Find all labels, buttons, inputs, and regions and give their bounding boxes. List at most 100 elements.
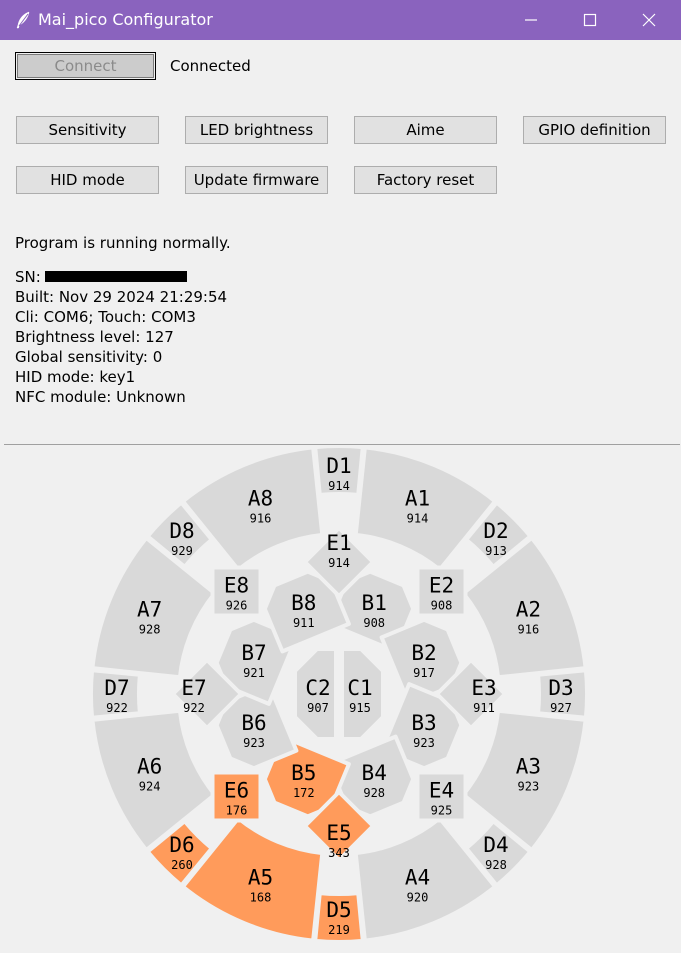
touch-panel-map: A1914A2916A3923A4920A5168A6924A7928A8916… bbox=[88, 445, 590, 945]
touch-segment-a7: A7928 bbox=[90, 535, 217, 680]
segment-value: 921 bbox=[243, 666, 265, 680]
segment-name: D1 bbox=[326, 454, 351, 478]
segment-name: D8 bbox=[169, 519, 194, 543]
close-icon bbox=[642, 13, 656, 27]
touch-segment-a3: A3923 bbox=[461, 708, 588, 853]
segment-name: D3 bbox=[548, 676, 573, 700]
segment-name: E1 bbox=[326, 531, 351, 555]
segment-value: 907 bbox=[307, 701, 329, 715]
segment-name: A7 bbox=[137, 598, 162, 622]
segment-value: 914 bbox=[328, 479, 350, 493]
sensitivity-button[interactable]: Sensitivity bbox=[16, 116, 159, 144]
segment-name: E4 bbox=[429, 779, 454, 803]
maximize-button[interactable] bbox=[561, 0, 619, 40]
build-info: Built: Nov 29 2024 21:29:54 bbox=[15, 288, 228, 306]
segment-value: 920 bbox=[407, 890, 429, 904]
segment-name: B4 bbox=[362, 761, 387, 785]
segment-value: 913 bbox=[485, 544, 507, 558]
segment-value: 922 bbox=[106, 701, 128, 715]
segment-name: B8 bbox=[291, 591, 316, 615]
touch-segment-e4: E4925 bbox=[415, 770, 468, 823]
segment-value: 168 bbox=[250, 890, 272, 904]
touch-segment-e8: E8926 bbox=[210, 565, 263, 618]
segment-value: 928 bbox=[139, 623, 161, 637]
touch-segment-c1: C1915 bbox=[340, 647, 385, 741]
connection-status: Connected bbox=[170, 57, 251, 75]
segment-value: 928 bbox=[485, 858, 507, 872]
touch-segment-a2: A2916 bbox=[461, 535, 588, 680]
segment-value: 917 bbox=[413, 666, 435, 680]
segment-name: B7 bbox=[241, 641, 266, 665]
touch-segment-d7: D7922 bbox=[88, 668, 142, 720]
segment-name: A6 bbox=[137, 755, 162, 779]
segment-name: B5 bbox=[291, 761, 316, 785]
touch-segment-e6: E6176 bbox=[210, 770, 263, 823]
segment-name: A4 bbox=[405, 865, 430, 889]
segment-value: 922 bbox=[183, 701, 205, 715]
segment-value: 927 bbox=[550, 701, 572, 715]
touch-segment-a1: A1914 bbox=[353, 445, 498, 572]
update-firmware-button[interactable]: Update firmware bbox=[185, 166, 328, 194]
close-button[interactable] bbox=[620, 0, 678, 40]
segment-name: C2 bbox=[305, 676, 330, 700]
segment-name: D7 bbox=[104, 676, 129, 700]
segment-value: 914 bbox=[407, 512, 429, 526]
segment-name: B6 bbox=[241, 711, 266, 735]
segment-name: A2 bbox=[516, 598, 541, 622]
segment-name: E5 bbox=[326, 821, 351, 845]
segment-value: 923 bbox=[243, 736, 265, 750]
segment-value: 176 bbox=[226, 804, 248, 818]
segment-name: D6 bbox=[169, 833, 194, 857]
nfc-info: NFC module: Unknown bbox=[15, 388, 186, 406]
touch-segment-d5: D5219 bbox=[313, 891, 365, 945]
segment-name: B1 bbox=[362, 591, 387, 615]
segment-value: 916 bbox=[518, 623, 540, 637]
segment-value: 172 bbox=[293, 786, 315, 800]
serial-number-row: SN: bbox=[15, 267, 187, 287]
segment-value: 925 bbox=[431, 804, 453, 818]
segment-name: E3 bbox=[471, 676, 496, 700]
segment-name: E8 bbox=[224, 574, 249, 598]
segment-value: 928 bbox=[363, 786, 385, 800]
factory-reset-button[interactable]: Factory reset bbox=[354, 166, 497, 194]
segment-value: 914 bbox=[328, 556, 350, 570]
app-window: Mai_pico Configurator Connect Connected … bbox=[0, 0, 681, 953]
segment-name: A1 bbox=[405, 487, 430, 511]
minimize-button[interactable] bbox=[502, 0, 560, 40]
gpio-definition-button[interactable]: GPIO definition bbox=[523, 116, 666, 144]
segment-value: 343 bbox=[328, 846, 350, 860]
hid-mode-button[interactable]: HID mode bbox=[16, 166, 159, 194]
serial-number-label: SN: bbox=[15, 268, 41, 286]
segment-name: E7 bbox=[181, 676, 206, 700]
touch-segment-a6: A6924 bbox=[90, 708, 217, 853]
program-status: Program is running normally. bbox=[15, 234, 231, 252]
segment-name: B2 bbox=[411, 641, 436, 665]
touch-segment-c2: C2907 bbox=[293, 647, 338, 741]
segment-value: 908 bbox=[363, 616, 385, 630]
segment-value: 219 bbox=[328, 923, 350, 937]
segment-name: D2 bbox=[483, 519, 508, 543]
segment-name: A3 bbox=[516, 755, 541, 779]
title-bar[interactable]: Mai_pico Configurator bbox=[0, 0, 681, 40]
maximize-icon bbox=[583, 13, 597, 27]
segment-name: C1 bbox=[347, 676, 372, 700]
led-brightness-button[interactable]: LED brightness bbox=[185, 116, 328, 144]
connect-button[interactable]: Connect bbox=[15, 52, 156, 80]
aime-button[interactable]: Aime bbox=[354, 116, 497, 144]
segment-name: E6 bbox=[224, 779, 249, 803]
segment-value: 911 bbox=[473, 701, 495, 715]
segment-value: 915 bbox=[349, 701, 371, 715]
sensitivity-info: Global sensitivity: 0 bbox=[15, 348, 163, 366]
touch-segment-a8: A8916 bbox=[180, 445, 325, 572]
segment-value: 916 bbox=[250, 512, 272, 526]
brightness-info: Brightness level: 127 bbox=[15, 328, 174, 346]
segment-value: 911 bbox=[293, 616, 315, 630]
segment-name: A8 bbox=[248, 487, 273, 511]
segment-name: B3 bbox=[411, 711, 436, 735]
port-info: Cli: COM6; Touch: COM3 bbox=[15, 308, 196, 326]
segment-value: 924 bbox=[139, 780, 161, 794]
segment-value: 923 bbox=[518, 780, 540, 794]
segment-value: 926 bbox=[226, 599, 248, 613]
touch-segment-a4: A4920 bbox=[353, 816, 498, 943]
hid-mode-info: HID mode: key1 bbox=[15, 368, 136, 386]
